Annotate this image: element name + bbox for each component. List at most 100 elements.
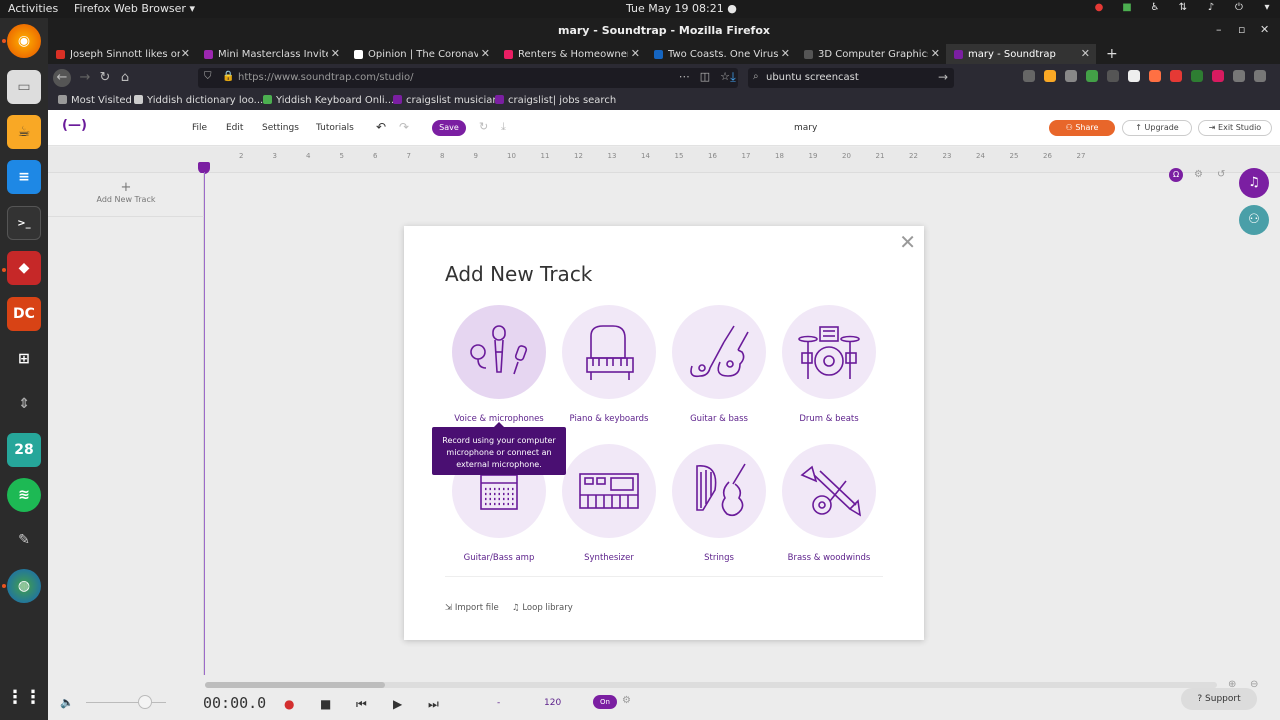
tab-5[interactable]: 3D Computer Graphics U✕ [796, 44, 946, 64]
bookmark-item[interactable]: Most Visited [58, 95, 132, 106]
tab-close-icon[interactable]: ✕ [931, 47, 940, 60]
tile-brass-woodwinds[interactable]: Brass & woodwinds [774, 444, 884, 574]
arrows-app-icon[interactable]: ⇕ [7, 387, 41, 421]
maximize-button[interactable]: ▫ [1238, 23, 1245, 36]
strings-icon[interactable] [672, 444, 766, 538]
dc-app-icon[interactable]: DC [7, 297, 41, 331]
brass-icon[interactable] [782, 444, 876, 538]
guitar-icon[interactable] [672, 305, 766, 399]
tile-voice-microphones[interactable]: Voice & microphones [444, 305, 554, 435]
exit-studio-button[interactable]: ⇥ Exit Studio [1198, 120, 1272, 136]
speaker-icon[interactable]: 🔈 [60, 696, 74, 709]
record-button[interactable]: ● [284, 697, 294, 711]
activities-button[interactable]: Activities [8, 2, 58, 15]
sidebar-icon[interactable] [1065, 70, 1077, 82]
extension-badge-icon[interactable] [1191, 70, 1203, 82]
extension-white-icon[interactable] [1128, 70, 1140, 82]
support-button[interactable]: ? Support [1181, 688, 1257, 710]
save-button[interactable]: Save [432, 120, 466, 136]
globe-icon[interactable]: ◍ [7, 569, 41, 603]
spotify-icon[interactable]: ≋ [7, 478, 41, 512]
terminal-icon[interactable]: >_ [7, 206, 41, 240]
share-button[interactable]: ⚇ Share [1049, 120, 1115, 136]
search-go-icon[interactable]: → [938, 70, 948, 84]
lock-icon[interactable]: 🔒 [222, 71, 234, 82]
stop-button[interactable]: ■ [320, 697, 331, 711]
forward-button[interactable]: ⏭ [428, 697, 439, 712]
app-red-icon[interactable]: ◆ [7, 251, 41, 285]
undo-icon[interactable]: ↶ [376, 120, 386, 134]
sync-icon[interactable]: ↻ [479, 120, 488, 133]
extension-colorful-icon[interactable] [1149, 70, 1161, 82]
import-file-link[interactable]: ⇲ Import file [445, 603, 499, 613]
extension-red-icon[interactable] [1170, 70, 1182, 82]
menu-file[interactable]: File [192, 123, 207, 133]
tab-close-icon[interactable]: ✕ [181, 47, 190, 60]
firefox-icon[interactable]: ◉ [7, 24, 41, 58]
folder-icon[interactable] [1044, 70, 1056, 82]
headphones-icon[interactable]: Ω [1169, 168, 1183, 182]
library-icon[interactable] [1023, 70, 1035, 82]
metronome-toggle[interactable]: On [593, 695, 617, 709]
download-icon[interactable]: ⤓ [724, 69, 742, 87]
redo-icon[interactable]: ↷ [399, 120, 409, 134]
tab-2[interactable]: Opinion | The Coronavir ✕ [346, 44, 496, 64]
tile-piano-keyboards[interactable]: Piano & keyboards [554, 305, 664, 435]
close-window-button[interactable]: ✕ [1260, 23, 1269, 36]
drums-icon[interactable] [782, 305, 876, 399]
volume-slider[interactable] [86, 702, 166, 703]
play-button[interactable]: ▶ [393, 697, 402, 711]
app-grid-icon[interactable]: ⋮⋮ [6, 680, 42, 714]
upgrade-button[interactable]: ↑ Upgrade [1122, 120, 1192, 136]
pocket-icon[interactable]: ◫ [700, 70, 710, 83]
synth-icon[interactable] [562, 444, 656, 538]
url-text[interactable]: https://www.soundtrap.com/studio/ [238, 72, 414, 83]
tab-close-icon[interactable]: ✕ [481, 47, 490, 60]
app-menu[interactable]: Firefox Web Browser ▾ [74, 2, 195, 15]
menu-tutorials[interactable]: Tutorials [316, 123, 354, 133]
scrollbar-thumb[interactable] [205, 682, 385, 688]
piano-icon[interactable] [562, 305, 656, 399]
reload-button[interactable]: ↻ [96, 69, 114, 87]
forward-button[interactable]: → [76, 69, 94, 87]
metronome-settings-icon[interactable]: ⚙ [622, 695, 631, 706]
tile-drum-beats[interactable]: Drum & beats [774, 305, 884, 435]
timeline-ruler[interactable]: 2 3 4 5 6 7 8 9 10 11 12 13 14 15 16 17 18 19 20 21 22 23 24 25… [48, 147, 1280, 173]
system-tray[interactable]: ● ■ ♿ ⇅ ♪ ⏻ ▾ [1094, 2, 1272, 14]
key-selector[interactable]: - [497, 698, 500, 708]
download-icon[interactable]: ⤓ [501, 120, 506, 134]
clock[interactable]: Tue May 19 08:21 ● [626, 2, 737, 15]
collaborators-icon[interactable]: ⚇ [1239, 205, 1269, 235]
tab-close-icon[interactable]: ✕ [331, 47, 340, 60]
tab-4[interactable]: Two Coasts. One Virus. H✕ [646, 44, 796, 64]
teapot-icon[interactable]: ☕ [7, 115, 41, 149]
extension-green-icon[interactable] [1086, 70, 1098, 82]
project-name[interactable]: mary [794, 123, 817, 133]
tab-close-icon[interactable]: ✕ [781, 47, 790, 60]
more-icon[interactable]: ⋯ [679, 70, 690, 83]
tab-1[interactable]: Mini Masterclass Invite: ✕ [196, 44, 346, 64]
extension-pink-icon[interactable] [1212, 70, 1224, 82]
menu-edit[interactable]: Edit [226, 123, 243, 133]
files-icon[interactable]: ▭ [7, 70, 41, 104]
menu-icon[interactable] [1254, 70, 1266, 82]
url-bar[interactable]: ⛉ 🔒 https://www.soundtrap.com/studio/ ⋯ … [198, 68, 738, 88]
bookmark-item[interactable]: Yiddish dictionary loo... [134, 95, 263, 106]
minimize-button[interactable]: – [1216, 23, 1222, 36]
settings-gear-icon[interactable]: ⚙ [1194, 169, 1203, 180]
microphone-icon[interactable] [452, 305, 546, 399]
close-icon[interactable]: ✕ [899, 230, 916, 254]
tab-6-active[interactable]: mary - Soundtrap ✕ [946, 44, 1096, 64]
tile-strings[interactable]: Strings [664, 444, 774, 574]
tile-guitar-bass[interactable]: Guitar & bass [664, 305, 774, 435]
menu-settings[interactable]: Settings [262, 123, 299, 133]
writer-icon[interactable]: ≡ [7, 160, 41, 194]
bookmark-item[interactable]: craigslist musician [393, 95, 499, 106]
extension-dark-icon[interactable] [1107, 70, 1119, 82]
loop-icon[interactable]: ↺ [1217, 169, 1225, 180]
account-icon[interactable] [1233, 70, 1245, 82]
tab-close-icon[interactable]: ✕ [1081, 47, 1090, 60]
loop-library-link[interactable]: ♫ Loop library [512, 603, 573, 613]
rewind-button[interactable]: ⏮ [356, 697, 367, 712]
network-app-icon[interactable]: ⊞ [7, 342, 41, 376]
